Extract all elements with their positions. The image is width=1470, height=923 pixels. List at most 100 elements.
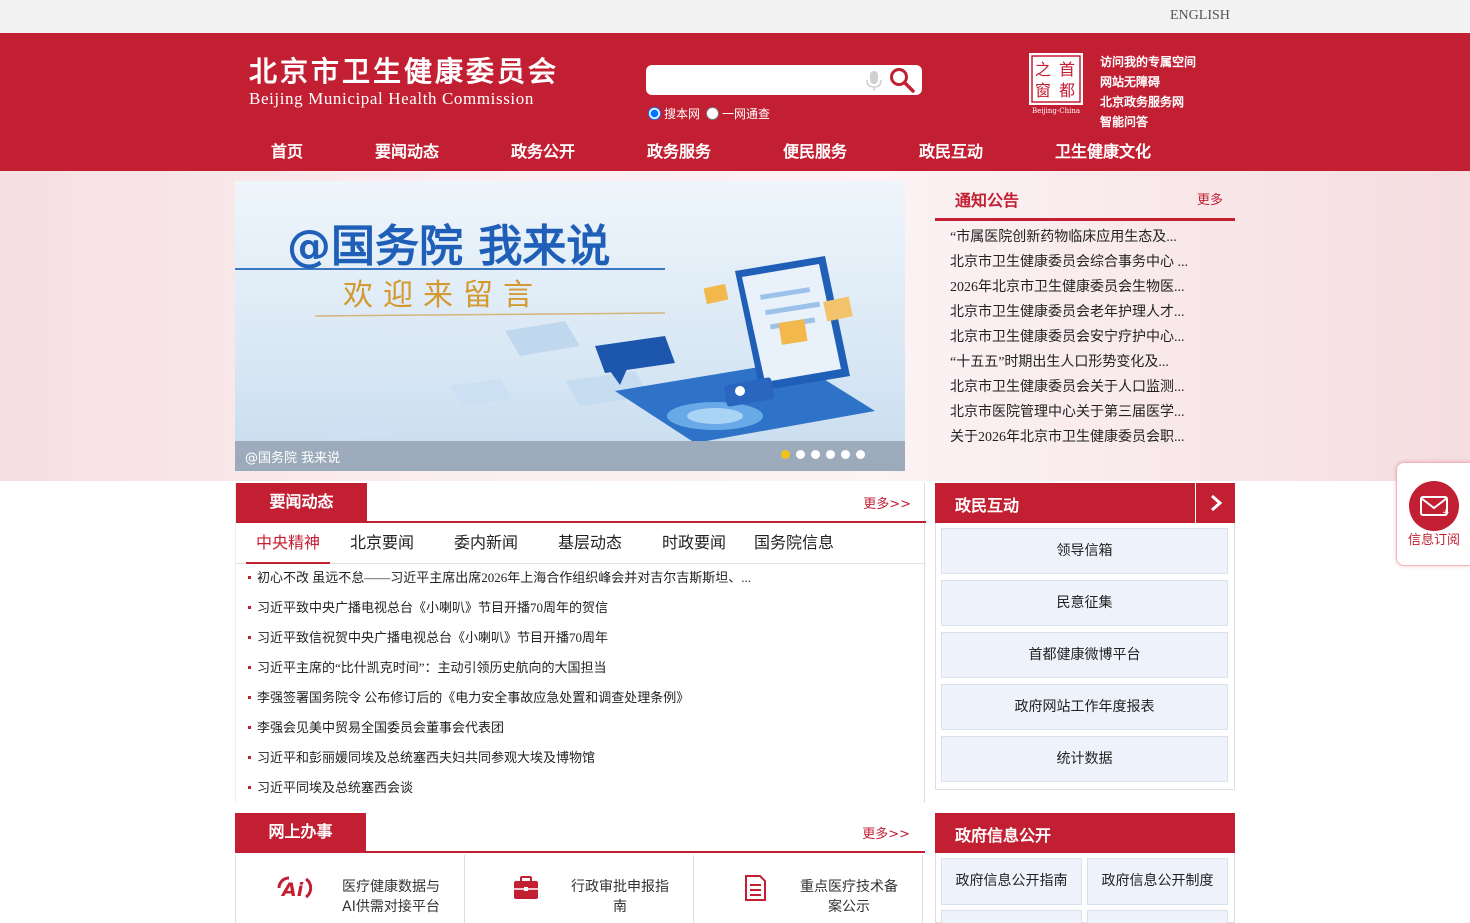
statistics-button[interactable]: 统计数据 [941, 736, 1228, 782]
tab-state-council[interactable]: 国务院信息 [746, 525, 842, 564]
notice-item[interactable]: “市属医院创新药物临床应用生态及... [950, 225, 1188, 250]
banner-dot-6[interactable] [856, 450, 865, 459]
service-label: 医疗健康数据与AI供需对接平台 [342, 879, 440, 915]
notice-item[interactable]: 北京市卫生健康委员会关于人口监测... [950, 375, 1188, 400]
news-more-link[interactable]: 更多>> [863, 493, 911, 512]
search-input[interactable] [654, 69, 854, 91]
microphone-icon[interactable] [865, 70, 883, 92]
notice-title: 通知公告 [955, 191, 1020, 210]
notice-item[interactable]: 2026年北京市卫生健康委员会生物医... [950, 275, 1188, 300]
tab-central-spirit[interactable]: 中央精神 [246, 525, 330, 564]
news-header: 要闻动态 更多>> [236, 483, 926, 523]
banner-pager [775, 450, 865, 459]
logo-chinese: 北京市卫生健康委员会 [249, 55, 560, 88]
notice-more-link[interactable]: 更多 [1197, 189, 1223, 208]
search-icon[interactable] [888, 66, 916, 94]
scope-site[interactable]: 搜本网 [648, 105, 700, 122]
banner-caption: @国务院 我来说 [245, 451, 341, 466]
interaction-arrow-button[interactable] [1195, 483, 1235, 523]
scope-site-radio[interactable] [648, 107, 661, 120]
seal-char-du: 都 [1059, 81, 1075, 100]
banner-slide[interactable]: @国务院 我来说 欢迎来留言 @国务院 我来说 [235, 181, 905, 471]
scope-all[interactable]: 一网通查 [706, 105, 770, 122]
top-bar: ENGLISH [0, 0, 1470, 33]
news-item[interactable]: 习近平致中央广播电视总台《小喇叭》节目开播70周年的贺信 [248, 593, 751, 623]
quick-links: 访问我的专属空间 网站无障碍 北京政务服务网 智能问答 [1100, 52, 1196, 132]
nav-gov-open[interactable]: 政务公开 [475, 137, 611, 167]
news-title: 要闻动态 [236, 483, 367, 523]
subscribe-widget[interactable]: + 信息订阅 [1396, 462, 1470, 566]
quick-link-accessibility[interactable]: 网站无障碍 [1100, 72, 1196, 92]
online-title: 网上办事 [235, 813, 366, 853]
notice-item[interactable]: 北京市卫生健康委员会安宁疗护中心... [950, 325, 1188, 350]
gov-info-guide-button[interactable]: 政府信息公开指南 [941, 858, 1082, 905]
nav-gov-service[interactable]: 政务服务 [611, 137, 747, 167]
banner-dot-3[interactable] [811, 450, 820, 459]
gov-info-panel: 政府信息公开 政府信息公开指南 政府信息公开制度 [935, 813, 1235, 923]
service-row: Ai 医疗健康数据与AI供需对接平台 行政审批申报指南 重点医疗技术备案公示 [235, 855, 925, 923]
notice-item[interactable]: “十五五”时期出生人口形势变化及... [950, 350, 1188, 375]
banner-dot-5[interactable] [841, 450, 850, 459]
scope-all-radio[interactable] [706, 107, 720, 120]
document-icon [745, 875, 766, 901]
online-service-section: 网上办事 更多>> Ai 医疗健康数据与AI供需对接平台 行政审批申报指南 重点… [235, 813, 925, 923]
site-header: 北京市卫生健康委员会 Beijing Municipal Health Comm… [0, 33, 1470, 171]
notice-item[interactable]: 北京市卫生健康委员会综合事务中心 ... [950, 250, 1188, 275]
news-section: 要闻动态 更多>> 中央精神 北京要闻 委内新闻 基层动态 时政要闻 国务院信息… [235, 483, 926, 803]
news-item[interactable]: 习近平主席的“比什凯克时间”：主动引领历史航向的大国担当 [248, 653, 751, 683]
site-logo[interactable]: 北京市卫生健康委员会 Beijing Municipal Health Comm… [249, 55, 559, 109]
chevron-right-icon [1210, 494, 1222, 512]
seal-char-chuang: 窗 [1035, 81, 1051, 100]
notice-panel: 通知公告 更多 “市属医院创新药物临床应用生态及... 北京市卫生健康委员会综合… [935, 181, 1235, 471]
nav-public-service[interactable]: 便民服务 [747, 137, 883, 167]
quick-link-smart-qa[interactable]: 智能问答 [1100, 112, 1196, 132]
nav-news[interactable]: 要闻动态 [339, 137, 475, 167]
svg-text:Ai: Ai [280, 879, 304, 901]
banner-dot-2[interactable] [796, 450, 805, 459]
gov-info-header: 政府信息公开 [935, 813, 1235, 853]
seal-char-zhi: 之 [1035, 60, 1051, 79]
opinion-collection-button[interactable]: 民意征集 [941, 580, 1228, 626]
search-scope: 搜本网 一网通查 [648, 105, 776, 122]
service-ai-platform[interactable]: Ai 医疗健康数据与AI供需对接平台 [236, 855, 465, 923]
banner-caption-bar: @国务院 我来说 [235, 441, 905, 471]
nav-health-culture[interactable]: 卫生健康文化 [1019, 137, 1187, 167]
tab-beijing-news[interactable]: 北京要闻 [330, 525, 434, 564]
nav-home[interactable]: 首页 [235, 137, 339, 167]
news-item[interactable]: 李强会见美中贸易全国委员会董事会代表团 [248, 713, 751, 743]
news-list: 初心不改 虽远不怠——习近平主席出席2026年上海合作组织峰会并对吉尔吉斯斯坦、… [248, 563, 751, 803]
quick-link-gov-service[interactable]: 北京政务服务网 [1100, 92, 1196, 112]
gov-info-extra-button[interactable] [1087, 910, 1228, 923]
notice-item[interactable]: 北京市卫生健康委员会老年护理人才... [950, 300, 1188, 325]
banner-dot-1[interactable] [781, 450, 790, 459]
news-item[interactable]: 李强签署国务院令 公布修订后的《电力安全事故应急处置和调查处理条例》 [248, 683, 751, 713]
quick-link-my-space[interactable]: 访问我的专属空间 [1100, 52, 1196, 72]
subscribe-circle: + [1409, 481, 1459, 531]
leader-mailbox-button[interactable]: 领导信箱 [941, 528, 1228, 574]
gov-info-extra-button[interactable] [941, 910, 1082, 923]
online-more-link[interactable]: 更多>> [862, 823, 910, 842]
gov-info-title: 政府信息公开 [955, 826, 1052, 845]
news-item[interactable]: 初心不改 虽远不怠——习近平主席出席2026年上海合作组织峰会并对吉尔吉斯斯坦、… [248, 563, 751, 593]
capital-window-seal-icon[interactable]: 之 首 窗 都 Beijing-China [1026, 51, 1086, 115]
english-link[interactable]: ENGLISH [1170, 8, 1230, 24]
subscribe-label: 信息订阅 [1407, 533, 1460, 548]
notice-item[interactable]: 关于2026年北京市卫生健康委员会职... [950, 425, 1188, 450]
tab-commission-news[interactable]: 委内新闻 [434, 525, 538, 564]
news-item[interactable]: 习近平同埃及总统塞西会谈 [248, 773, 751, 803]
gov-info-system-button[interactable]: 政府信息公开制度 [1087, 858, 1228, 905]
main-nav: 首页 要闻动态 政务公开 政务服务 便民服务 政民互动 卫生健康文化 [235, 137, 1187, 167]
news-item[interactable]: 习近平致信祝贺中央广播电视总台《小喇叭》节目开播70周年 [248, 623, 751, 653]
service-approval-guide[interactable]: 行政审批申报指南 [465, 855, 694, 923]
health-weibo-button[interactable]: 首都健康微博平台 [941, 632, 1228, 678]
notice-item[interactable]: 北京市医院管理中心关于第三届医学... [950, 400, 1188, 425]
nav-interaction[interactable]: 政民互动 [883, 137, 1019, 167]
interaction-header: 政民互动 [935, 483, 1235, 523]
briefcase-icon [514, 876, 538, 899]
banner-dot-4[interactable] [826, 450, 835, 459]
tab-grassroots[interactable]: 基层动态 [538, 525, 642, 564]
annual-report-button[interactable]: 政府网站工作年度报表 [941, 684, 1228, 730]
news-item[interactable]: 习近平和彭丽媛同埃及总统塞西夫妇共同参观大埃及博物馆 [248, 743, 751, 773]
service-tech-filing[interactable]: 重点医疗技术备案公示 [694, 855, 923, 923]
tab-current-affairs[interactable]: 时政要闻 [642, 525, 746, 564]
